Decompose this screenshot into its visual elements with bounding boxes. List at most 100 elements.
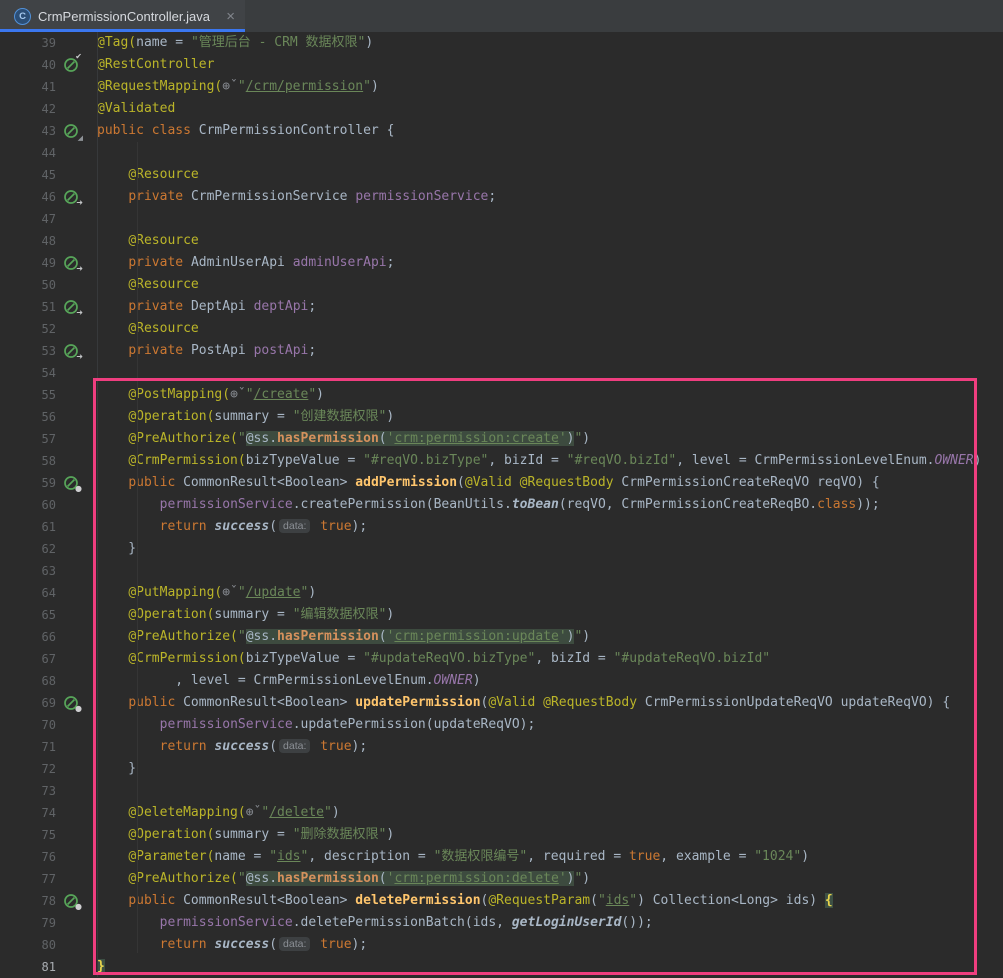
- line-number[interactable]: 52: [0, 318, 56, 340]
- code-text[interactable]: return success(data: true);: [97, 516, 1003, 538]
- code-text[interactable]: @Resource: [97, 230, 1003, 252]
- code-text[interactable]: @Operation(summary = "创建数据权限"): [97, 406, 1003, 428]
- spring-autowired-icon[interactable]: ➜: [63, 299, 79, 315]
- line-number[interactable]: 76: [0, 846, 56, 868]
- line-number[interactable]: 71: [0, 736, 56, 758]
- code-text[interactable]: permissionService.deletePermissionBatch(…: [97, 912, 1003, 934]
- line-number[interactable]: 43: [0, 120, 56, 142]
- code-text[interactable]: @Validated: [97, 98, 1003, 120]
- code-text[interactable]: @Operation(summary = "删除数据权限"): [97, 824, 1003, 846]
- line-number[interactable]: 55: [0, 384, 56, 406]
- spring-autowired-icon[interactable]: ➜: [63, 255, 79, 271]
- code-text[interactable]: @PostMapping(⊕ˇ"/create"): [97, 384, 1003, 406]
- line-number[interactable]: 41: [0, 76, 56, 98]
- line-number[interactable]: 64: [0, 582, 56, 604]
- line-number[interactable]: 59: [0, 472, 56, 494]
- code-text[interactable]: return success(data: true);: [97, 736, 1003, 758]
- line-number[interactable]: 49: [0, 252, 56, 274]
- code-text[interactable]: @Parameter(name = "ids", description = "…: [97, 846, 1003, 868]
- line-number[interactable]: 61: [0, 516, 56, 538]
- code-text[interactable]: @Resource: [97, 164, 1003, 186]
- line-number[interactable]: 75: [0, 824, 56, 846]
- tab-close-icon[interactable]: ×: [226, 9, 235, 24]
- line-number[interactable]: 62: [0, 538, 56, 560]
- code-text[interactable]: @Resource: [97, 318, 1003, 340]
- line-number[interactable]: 54: [0, 362, 56, 384]
- line-number[interactable]: 58: [0, 450, 56, 472]
- code-text[interactable]: permissionService.updatePermission(updat…: [97, 714, 1003, 736]
- spring-bean-class-icon[interactable]: ◢: [63, 123, 79, 139]
- line-number[interactable]: 50: [0, 274, 56, 296]
- code-line-70: 70 permissionService.updatePermission(up…: [0, 714, 1003, 736]
- line-number[interactable]: 80: [0, 934, 56, 956]
- spring-autowired-icon[interactable]: ➜: [63, 189, 79, 205]
- line-number[interactable]: 70: [0, 714, 56, 736]
- spring-bean-method-icon[interactable]: ●: [63, 695, 79, 711]
- line-number[interactable]: 77: [0, 868, 56, 890]
- code-text[interactable]: @CrmPermission(bizTypeValue = "#updateRe…: [97, 648, 1003, 670]
- spring-bean-check-icon[interactable]: ✔: [63, 57, 79, 73]
- line-number[interactable]: 42: [0, 98, 56, 120]
- line-number[interactable]: 44: [0, 142, 56, 164]
- spring-bean-method-icon[interactable]: ●: [63, 475, 79, 491]
- code-line-60: 60 permissionService.createPermission(Be…: [0, 494, 1003, 516]
- code-text[interactable]: return success(data: true);: [97, 934, 1003, 956]
- code-text[interactable]: [97, 560, 1003, 582]
- gutter-icon-slot: ✔: [56, 54, 97, 76]
- code-text[interactable]: , level = CrmPermissionLevelEnum.OWNER): [97, 670, 1003, 692]
- code-text[interactable]: }: [97, 758, 1003, 780]
- code-text[interactable]: @Resource: [97, 274, 1003, 296]
- line-number[interactable]: 79: [0, 912, 56, 934]
- line-number[interactable]: 40: [0, 54, 56, 76]
- code-text[interactable]: [97, 780, 1003, 802]
- code-text[interactable]: @PreAuthorize("@ss.hasPermission('crm:pe…: [97, 428, 1003, 450]
- code-text[interactable]: @PreAuthorize("@ss.hasPermission('crm:pe…: [97, 626, 1003, 648]
- line-number[interactable]: 56: [0, 406, 56, 428]
- line-number[interactable]: 78: [0, 890, 56, 912]
- line-number[interactable]: 72: [0, 758, 56, 780]
- code-text[interactable]: @CrmPermission(bizTypeValue = "#reqVO.bi…: [97, 450, 1003, 472]
- spring-autowired-icon[interactable]: ➜: [63, 343, 79, 359]
- code-text[interactable]: }: [97, 956, 1003, 978]
- code-text[interactable]: @DeleteMapping(⊕ˇ"/delete"): [97, 802, 1003, 824]
- spring-bean-method-icon[interactable]: ●: [63, 893, 79, 909]
- line-number[interactable]: 81: [0, 956, 56, 978]
- line-number[interactable]: 73: [0, 780, 56, 802]
- code-text[interactable]: [97, 142, 1003, 164]
- line-number[interactable]: 47: [0, 208, 56, 230]
- code-text[interactable]: public CommonResult<Boolean> updatePermi…: [97, 692, 1003, 714]
- code-text[interactable]: permissionService.createPermission(BeanU…: [97, 494, 1003, 516]
- code-text[interactable]: [97, 208, 1003, 230]
- line-number[interactable]: 53: [0, 340, 56, 362]
- code-text[interactable]: }: [97, 538, 1003, 560]
- line-number[interactable]: 60: [0, 494, 56, 516]
- code-text[interactable]: public CommonResult<Boolean> deletePermi…: [97, 890, 1003, 912]
- line-number[interactable]: 69: [0, 692, 56, 714]
- code-text[interactable]: public CommonResult<Boolean> addPermissi…: [97, 472, 1003, 494]
- line-number[interactable]: 51: [0, 296, 56, 318]
- line-number[interactable]: 45: [0, 164, 56, 186]
- line-number[interactable]: 48: [0, 230, 56, 252]
- code-text[interactable]: public class CrmPermissionController {: [97, 120, 1003, 142]
- code-text[interactable]: private CrmPermissionService permissionS…: [97, 186, 1003, 208]
- line-number[interactable]: 67: [0, 648, 56, 670]
- editor-tab-crmpermissioncontroller[interactable]: C CrmPermissionController.java ×: [0, 0, 245, 32]
- line-number[interactable]: 66: [0, 626, 56, 648]
- code-text[interactable]: @PutMapping(⊕ˇ"/update"): [97, 582, 1003, 604]
- code-text[interactable]: @PreAuthorize("@ss.hasPermission('crm:pe…: [97, 868, 1003, 890]
- code-text[interactable]: [97, 362, 1003, 384]
- code-text[interactable]: @Operation(summary = "编辑数据权限"): [97, 604, 1003, 626]
- line-number[interactable]: 74: [0, 802, 56, 824]
- code-text[interactable]: private PostApi postApi;: [97, 340, 1003, 362]
- line-number[interactable]: 57: [0, 428, 56, 450]
- code-text[interactable]: private DeptApi deptApi;: [97, 296, 1003, 318]
- line-number[interactable]: 63: [0, 560, 56, 582]
- line-number[interactable]: 39: [0, 32, 56, 54]
- code-text[interactable]: private AdminUserApi adminUserApi;: [97, 252, 1003, 274]
- code-text[interactable]: @RequestMapping(⊕ˇ"/crm/permission"): [97, 76, 1003, 98]
- line-number[interactable]: 46: [0, 186, 56, 208]
- code-text[interactable]: @Tag(name = "管理后台 - CRM 数据权限"): [97, 32, 1003, 54]
- line-number[interactable]: 65: [0, 604, 56, 626]
- code-text[interactable]: @RestController: [97, 54, 1003, 76]
- line-number[interactable]: 68: [0, 670, 56, 692]
